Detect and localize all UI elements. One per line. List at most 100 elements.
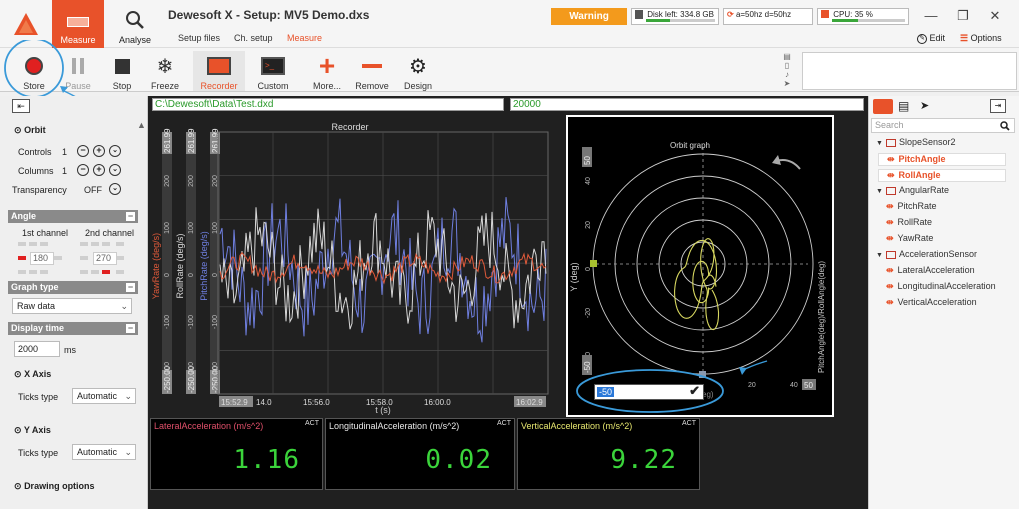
warning-badge[interactable]: Warning: [551, 8, 627, 25]
orbit-section-header[interactable]: ⊙ Orbit: [14, 125, 46, 136]
edit-button[interactable]: ✎ Edit: [917, 33, 945, 44]
freeze-button[interactable]: ❄ Freeze: [145, 51, 185, 92]
design-label: Design: [403, 81, 432, 91]
orbit-x-max-label: 50: [804, 381, 813, 390]
channel-item[interactable]: ⇹ YawRate: [878, 233, 1006, 244]
channel-item[interactable]: ⇹ LongitudinalAcceleration: [878, 281, 1006, 292]
design-button[interactable]: ⚙ Design: [398, 51, 438, 92]
axis-series-label: RollRate (deg/s): [175, 233, 185, 298]
scroll-up-icon[interactable]: ▲: [137, 120, 146, 130]
graph-type-section-header[interactable]: Graph type −: [8, 281, 138, 294]
recorder-button[interactable]: Recorder: [193, 51, 245, 91]
orbit-y-cursor-marker[interactable]: [590, 260, 597, 267]
channel-group[interactable]: ▼ SlopeSensor2: [876, 137, 955, 147]
meter-value: 9.22: [610, 445, 677, 475]
y-axis-section-title: Y Axis: [23, 425, 51, 435]
data-file-path[interactable]: C:\Dewesoft\Data\Test.dxd: [152, 98, 504, 111]
first-channel-angle[interactable]: 180: [30, 252, 54, 265]
panel-collapse-right-icon[interactable]: ⇥: [990, 99, 1006, 113]
recorder-graph[interactable]: Recorder 261.99-250.002001000-100-200Yaw…: [150, 120, 554, 416]
y-ticks-type-label: Ticks type: [18, 448, 59, 458]
channel-group[interactable]: ▼ AccelerationSensor: [876, 249, 977, 259]
channel-item[interactable]: ⇹ VerticalAcceleration: [878, 297, 1006, 308]
notes-area[interactable]: [802, 52, 1017, 90]
controls-minus-icon[interactable]: −: [77, 145, 89, 157]
tab-setup-files[interactable]: Setup files: [178, 33, 220, 43]
y-axis-section-header[interactable]: ⊙ Y Axis: [14, 425, 51, 436]
lateral-acceleration-meter[interactable]: LateralAcceleration (m/s^2) ACT 1.16: [150, 418, 323, 490]
custom-button[interactable]: >_ Custom: [250, 51, 296, 91]
maximize-icon[interactable]: ❐: [953, 8, 973, 28]
x-ticks-type-select[interactable]: Automatic ⌄: [72, 388, 136, 404]
more-label: More...: [312, 81, 341, 91]
minus-icon: [362, 55, 382, 77]
channel-item[interactable]: ⇹ PitchAngle: [878, 153, 1006, 166]
controls-plus-icon[interactable]: +: [93, 145, 105, 157]
transparency-chevron-down-icon[interactable]: ⌄: [109, 183, 121, 195]
channels-tab-icon[interactable]: [873, 99, 893, 114]
y-ticks-type-value: Automatic: [77, 447, 118, 457]
channel-item[interactable]: ⇹ RollAngle: [878, 169, 1006, 182]
display-time-input[interactable]: 2000: [14, 341, 60, 357]
controls-label: Controls: [18, 147, 52, 157]
second-channel-angle[interactable]: 270: [93, 252, 117, 265]
controls-chevron-down-icon[interactable]: ⌄: [109, 145, 121, 157]
display-time-section-header[interactable]: Display time −: [8, 322, 138, 335]
axis-tick-label: -200: [188, 362, 195, 376]
sample-value-field[interactable]: 20000: [510, 98, 864, 111]
channel-group[interactable]: ▼ AngularRate: [876, 185, 949, 195]
folder-icon: [885, 138, 896, 147]
pointer-tab-icon[interactable]: ➤: [920, 99, 929, 112]
sample-rate-text: a=50hz d=50hz: [735, 10, 792, 19]
analyse-tile[interactable]: Analyse: [108, 0, 162, 48]
longitudinal-acceleration-meter[interactable]: LongitudinalAcceleration (m/s^2) ACT 0.0…: [325, 418, 515, 490]
list-tab-icon[interactable]: ▤: [898, 99, 909, 113]
orbit-y-tick-label: 40: [585, 177, 592, 185]
first-channel-label: 1st channel: [22, 228, 69, 238]
signal-icon: ⇹: [886, 265, 894, 275]
channel-item-label: LongitudinalAcceleration: [897, 281, 996, 291]
window-title: Dewesoft X - Setup: MV5 Demo.dxs: [168, 8, 370, 22]
notes-tools[interactable]: ▤ ▯ ♪ ➤: [780, 52, 794, 90]
axis-strip: [162, 132, 172, 394]
vertical-acceleration-meter[interactable]: VerticalAcceleration (m/s^2) ACT 9.22: [517, 418, 700, 490]
graph-type-select[interactable]: Raw data ⌄: [12, 298, 132, 314]
axis-max-label: 261.99: [187, 128, 196, 153]
axis-strip: [186, 132, 196, 394]
axis-max-label: 261.99: [163, 128, 172, 153]
pointer-icon: ➤: [783, 79, 791, 88]
minimize-icon[interactable]: —: [921, 8, 941, 28]
x-ticks-type-label: Ticks type: [18, 392, 59, 402]
stop-button[interactable]: Stop: [102, 51, 142, 91]
tab-ch-setup[interactable]: Ch. setup: [234, 33, 273, 43]
panel-collapse-icon[interactable]: ⇤: [12, 99, 30, 113]
edit-icon: ✎: [917, 33, 927, 44]
axis-series-label: PitchRate (deg/s): [199, 231, 209, 301]
x-axis-section-header[interactable]: ⊙ X Axis: [14, 369, 51, 380]
disk-status-text: Disk left: 334.8 GB: [647, 10, 714, 19]
chevron-down-icon: ⌄: [124, 447, 132, 457]
channel-item[interactable]: ⇹ RollRate: [878, 217, 1006, 228]
tab-measure[interactable]: Measure: [287, 33, 322, 43]
more-button[interactable]: + More...: [307, 50, 347, 91]
orbit-x-tick-label: 40: [790, 382, 798, 389]
disk-status: Disk left: 334.8 GB: [631, 8, 719, 25]
columns-minus-icon[interactable]: −: [77, 164, 89, 176]
orbit-ylabel: Y (deg): [569, 262, 579, 291]
remove-button[interactable]: Remove: [352, 51, 392, 91]
channel-item[interactable]: ⇹ LateralAcceleration: [878, 265, 1006, 276]
drawing-options-section-header[interactable]: ⊙ Drawing options: [14, 481, 95, 492]
options-button[interactable]: ☰ Options: [960, 33, 1002, 44]
angle-section-header[interactable]: Angle −: [8, 210, 138, 223]
close-icon[interactable]: ✕: [985, 8, 1005, 28]
channel-item[interactable]: ⇹ PitchRate: [878, 201, 1006, 212]
channel-search-input[interactable]: Search: [871, 118, 1015, 133]
angle-section-title: Angle: [11, 211, 37, 221]
channel-item-label: VerticalAcceleration: [897, 297, 977, 307]
columns-plus-icon[interactable]: +: [93, 164, 105, 176]
y-ticks-type-select[interactable]: Automatic ⌄: [72, 444, 136, 460]
orbit-y-tick-label: 20: [585, 221, 592, 229]
options-label: Options: [970, 33, 1002, 43]
columns-chevron-down-icon[interactable]: ⌄: [109, 164, 121, 176]
meter-title: LateralAcceleration (m/s^2): [154, 421, 264, 431]
